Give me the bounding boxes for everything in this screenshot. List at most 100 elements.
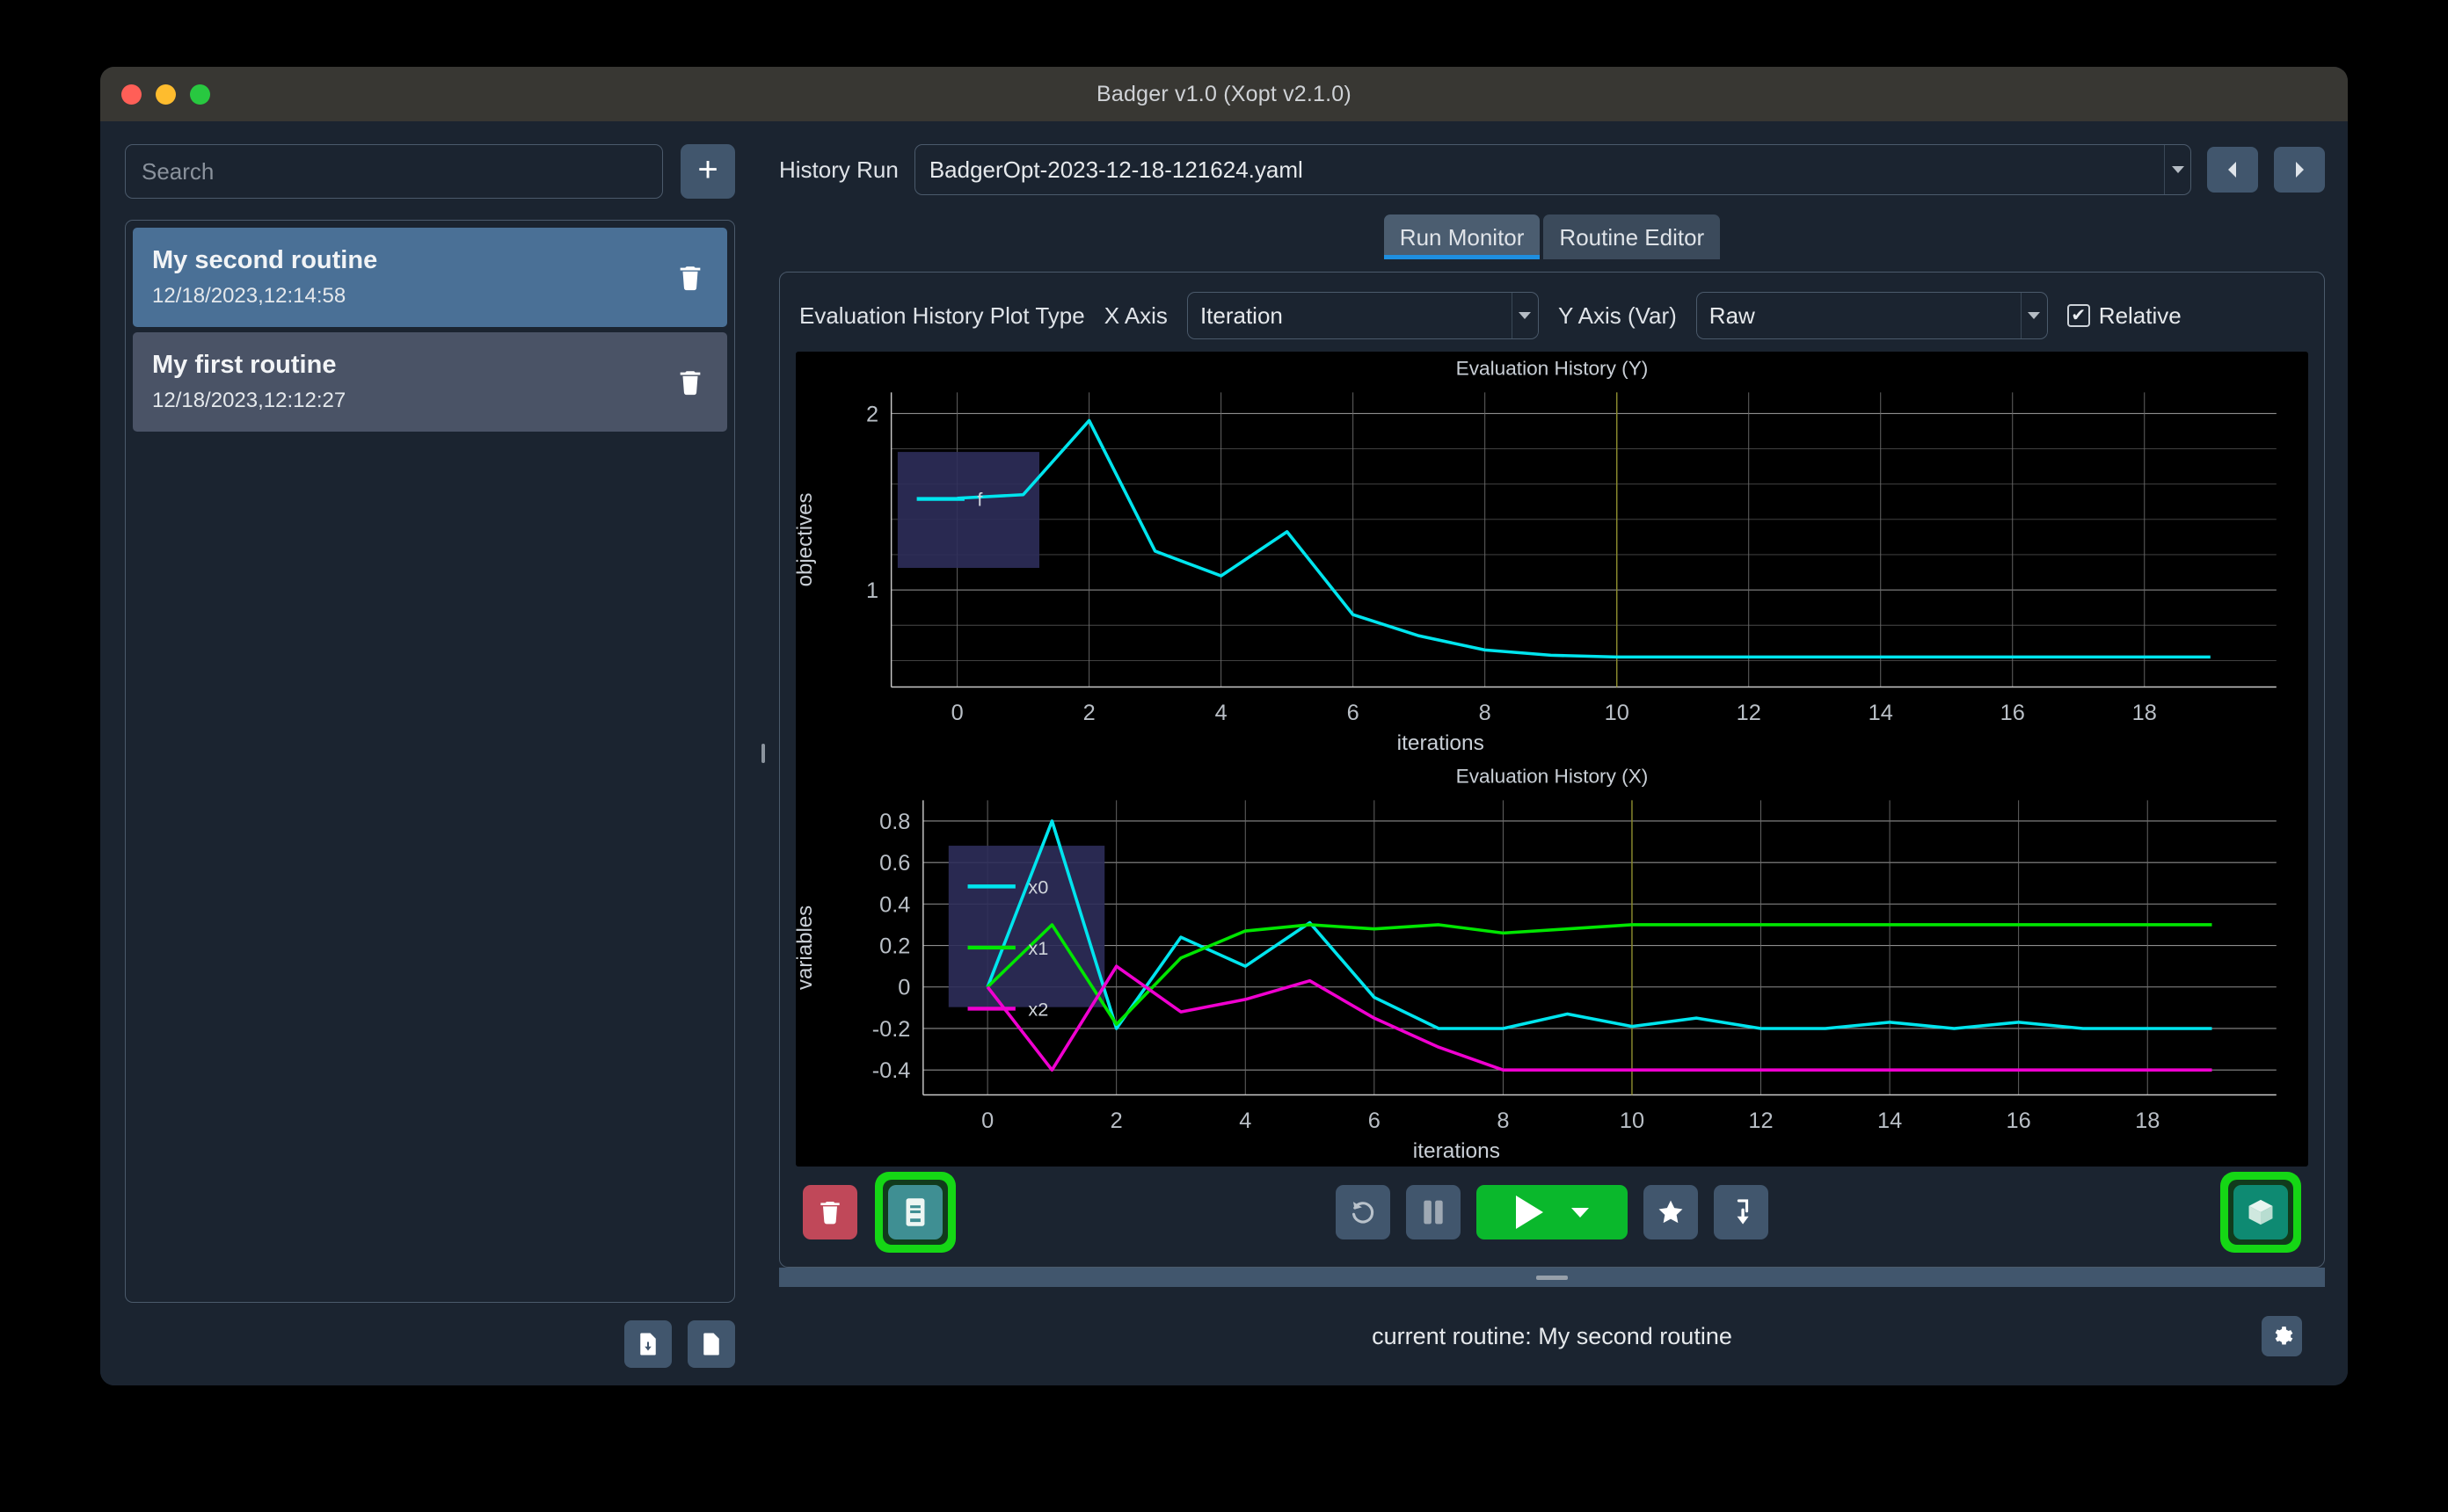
search-input[interactable]	[125, 144, 663, 199]
relative-checkbox[interactable]: ✔	[2066, 304, 2090, 327]
routine-timestamp: 12/18/2023,12:12:27	[152, 389, 346, 412]
run-button[interactable]	[1476, 1185, 1628, 1239]
relative-label: Relative	[2098, 302, 2182, 329]
logbook-button[interactable]	[888, 1185, 943, 1239]
history-run-row: History Run BadgerOpt-2023-12-18-121624.…	[779, 144, 2325, 195]
svg-text:8: 8	[1497, 1109, 1509, 1133]
splitter-handle	[761, 744, 765, 763]
reset-button[interactable]	[1336, 1185, 1390, 1239]
evaluation-history-y-plot[interactable]: Evaluation History (Y) 1 2 0 2 4 6 8 10 12 14 16 18 i…	[796, 352, 2308, 760]
file-download-icon	[640, 1333, 656, 1356]
window-title: Badger v1.0 (Xopt v2.1.0)	[1096, 81, 1352, 106]
toolbar-center-group	[1336, 1185, 1768, 1239]
file-upload-icon	[703, 1333, 719, 1356]
chevron-down-icon[interactable]	[2020, 293, 2047, 338]
y-axis-select[interactable]: Raw	[1695, 292, 2048, 339]
extensions-button[interactable]	[2233, 1185, 2288, 1239]
svg-text:variables: variables	[796, 905, 817, 989]
svg-text:-0.2: -0.2	[872, 1017, 911, 1042]
routine-timestamp: 12/18/2023,12:14:58	[152, 284, 346, 308]
svg-text:10: 10	[1620, 1109, 1644, 1133]
chevron-left-icon	[2228, 162, 2236, 178]
relative-checkbox-wrapper[interactable]: ✔ Relative	[2066, 302, 2182, 330]
x-axis-label: X Axis	[1104, 302, 1168, 329]
x-axis-select[interactable]: Iteration	[1186, 292, 1539, 339]
svg-text:16: 16	[2000, 701, 2025, 725]
chevron-down-icon[interactable]	[1570, 1207, 1589, 1218]
run-monitor-card: Evaluation History Plot Type X Axis Iter…	[779, 272, 2325, 1268]
tab-run-monitor[interactable]: Run Monitor	[1383, 214, 1541, 259]
plot-stack: Evaluation History (Y) 1 2 0 2 4 6 8 10 12 14 16 18 i…	[796, 352, 2308, 1167]
svg-text:4: 4	[1215, 701, 1228, 725]
previous-run-button[interactable]	[2207, 147, 2258, 193]
routine-list-item[interactable]: My first routine 12/18/2023,12:12:27	[133, 332, 727, 432]
svg-text:18: 18	[2132, 701, 2157, 725]
status-bar: current routine: My second routine	[779, 1287, 2325, 1385]
routine-name: My second routine	[152, 246, 378, 274]
svg-text:2: 2	[866, 403, 878, 427]
svg-text:12: 12	[1748, 1109, 1773, 1133]
svg-text:iterations: iterations	[1413, 1138, 1500, 1162]
svg-text:0.4: 0.4	[879, 892, 910, 917]
sidebar-footer	[125, 1320, 735, 1368]
delete-run-button[interactable]	[803, 1185, 857, 1239]
main-body: + My second routine 12/18/2023,12:14:58 …	[100, 121, 2348, 1385]
svg-text:14: 14	[1877, 1109, 1902, 1133]
y-axis-value: Raw	[1708, 302, 1755, 329]
reset-icon	[1352, 1202, 1374, 1224]
history-run-select[interactable]: BadgerOpt-2023-12-18-121624.yaml	[914, 144, 2191, 195]
routine-sidebar: + My second routine 12/18/2023,12:14:58 …	[100, 121, 756, 1385]
svg-text:Evaluation History (Y): Evaluation History (Y)	[1456, 358, 1649, 380]
trash-icon	[680, 265, 701, 290]
svg-text:6: 6	[1368, 1109, 1381, 1133]
svg-text:0.2: 0.2	[879, 934, 910, 958]
run-panel: History Run BadgerOpt-2023-12-18-121624.…	[770, 121, 2348, 1385]
favorite-button[interactable]	[1643, 1185, 1698, 1239]
import-routine-button[interactable]	[624, 1320, 672, 1368]
svg-text:0.6: 0.6	[879, 851, 910, 876]
svg-text:18: 18	[2135, 1109, 2160, 1133]
add-routine-button[interactable]: +	[681, 144, 735, 199]
svg-text:f: f	[977, 489, 983, 511]
play-icon	[1515, 1196, 1543, 1229]
current-routine-status: current routine: My second routine	[1372, 1322, 1732, 1349]
star-icon	[1658, 1200, 1683, 1224]
history-run-value: BadgerOpt-2023-12-18-121624.yaml	[929, 156, 1303, 183]
routine-list[interactable]: My second routine 12/18/2023,12:14:58 My…	[125, 220, 735, 1303]
evaluation-history-x-plot[interactable]: Evaluation History (X) -0.4 -0.2 0 0.2 0.4 0.6…	[796, 760, 2308, 1167]
jump-to-optimal-button[interactable]	[1714, 1185, 1768, 1239]
extensions-highlight-ring	[2220, 1172, 2301, 1253]
plot-type-label: Evaluation History Plot Type	[799, 302, 1085, 329]
svg-text:6: 6	[1347, 701, 1359, 725]
routine-name: My first routine	[152, 351, 337, 379]
gear-icon	[2275, 1327, 2293, 1345]
tab-routine-editor[interactable]: Routine Editor	[1543, 214, 1721, 259]
svg-text:0.8: 0.8	[879, 810, 910, 834]
app-window: Badger v1.0 (Xopt v2.1.0) + My second ro…	[100, 67, 2348, 1385]
chevron-down-icon[interactable]	[1511, 293, 1538, 338]
export-routine-button[interactable]	[688, 1320, 735, 1368]
history-run-label: History Run	[779, 156, 899, 183]
panel-splitter-horizontal[interactable]	[779, 1268, 2325, 1287]
pause-button[interactable]	[1406, 1185, 1461, 1239]
plot-controls-row: Evaluation History Plot Type X Axis Iter…	[796, 287, 2308, 352]
pause-icon	[1424, 1200, 1443, 1225]
svg-text:Evaluation History (X): Evaluation History (X)	[1456, 765, 1649, 787]
x-axis-value: Iteration	[1199, 302, 1283, 329]
delete-routine-button[interactable]	[673, 365, 708, 400]
svg-text:-0.4: -0.4	[872, 1058, 911, 1083]
logbook-highlight-ring	[875, 1172, 956, 1253]
svg-text:10: 10	[1605, 701, 1629, 725]
routine-list-item[interactable]: My second routine 12/18/2023,12:14:58	[133, 228, 727, 327]
chevron-down-icon[interactable]	[2164, 145, 2190, 194]
panel-splitter-vertical[interactable]	[756, 121, 770, 1385]
trash-icon	[820, 1202, 840, 1225]
search-row: +	[125, 144, 735, 199]
splitter-handle	[1536, 1275, 1568, 1280]
svg-text:x2: x2	[1028, 998, 1048, 1020]
next-run-button[interactable]	[2274, 147, 2325, 193]
delete-routine-button[interactable]	[673, 260, 708, 295]
y-axis-label: Y Axis (Var)	[1557, 302, 1677, 329]
settings-button[interactable]	[2262, 1316, 2302, 1356]
logbook-icon	[906, 1198, 925, 1226]
